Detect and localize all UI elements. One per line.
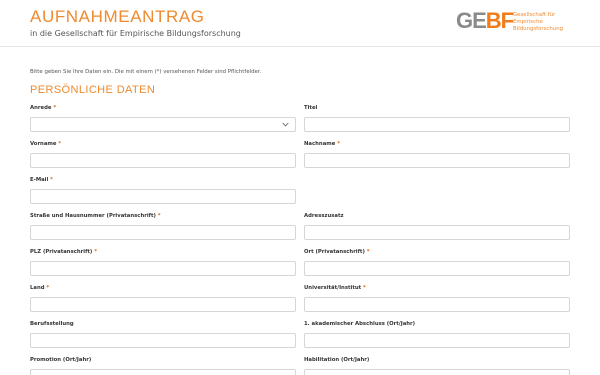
ort-input[interactable] [304,261,570,276]
gebf-logo[interactable]: GEBF Gesellschaft für Empirische Bildung… [456,8,576,36]
anrede-label: Anrede * [30,105,57,111]
abschluss-label: 1. akademischer Abschluss (Ort/Jahr) [304,321,416,327]
strasse-input[interactable] [30,225,296,240]
berufsstellung-label: Berufsstellung [30,321,74,327]
email-label: E-Mail * [30,177,53,183]
logo-mark: GEBF [456,8,514,33]
chevron-down-icon [282,122,289,127]
plz-label: PLZ (Privatanschrift) * [30,249,97,255]
adresszusatz-input[interactable] [304,225,570,240]
page-subtitle: in die Gesellschaft für Empirische Bildu… [30,29,241,38]
promotion-label: Promotion (Ort/Jahr) [30,357,92,363]
logo-text: Gesellschaft für Empirische Bildungsfors… [513,12,564,32]
page-title: AUFNAHMEANTRAG [30,7,205,26]
vorname-label: Vorname * [30,141,62,147]
habilitation-input[interactable] [304,369,570,375]
habilitation-label: Habilitation (Ort/Jahr) [304,357,370,363]
land-input[interactable] [30,297,296,312]
plz-input[interactable] [30,261,296,276]
anrede-select[interactable] [30,117,296,132]
adresszusatz-label: Adresszusatz [304,213,344,219]
titel-input[interactable] [304,117,570,132]
ort-label: Ort (Privatanschrift) * [304,249,370,255]
vorname-input[interactable] [30,153,296,168]
berufsstellung-input[interactable] [30,333,296,348]
intro-text: Bitte geben Sie Ihre Daten ein. Die mit … [30,69,262,75]
titel-label: Titel [304,105,318,111]
abschluss-input[interactable] [304,333,570,348]
promotion-input[interactable] [30,369,296,375]
universitaet-input[interactable] [304,297,570,312]
section-title: PERSÖNLICHE DATEN [30,84,156,96]
strasse-label: Straße und Hausnummer (Privatanschrift) … [30,213,161,219]
universitaet-label: Universität/Institut * [304,285,366,291]
email-input[interactable] [30,189,296,204]
land-label: Land * [30,285,50,291]
page-header: AUFNAHMEANTRAG in die Gesellschaft für E… [0,0,600,47]
nachname-input[interactable] [304,153,570,168]
nachname-label: Nachname * [304,141,341,147]
